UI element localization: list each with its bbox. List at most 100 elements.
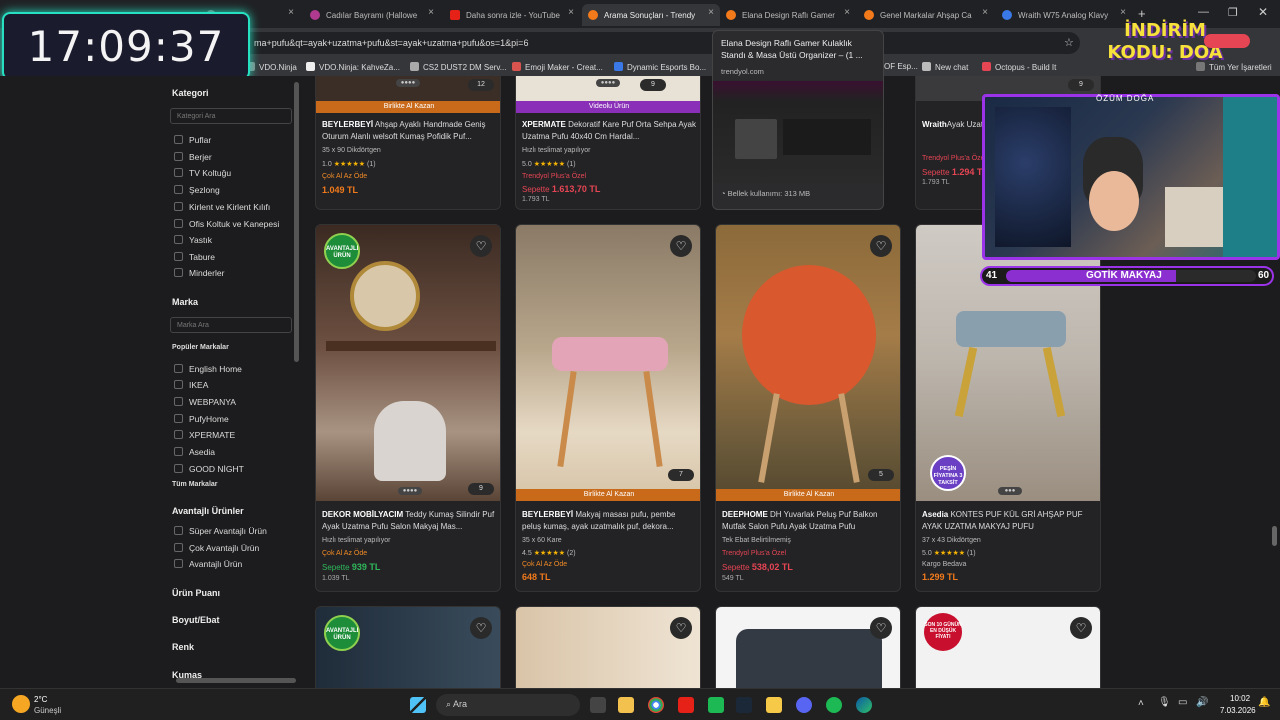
heart-icon[interactable]: ♡ — [670, 617, 692, 639]
sidebar-hscrollbar[interactable] — [176, 678, 296, 683]
heart-icon[interactable]: ♡ — [1070, 617, 1092, 639]
page-scrollbar[interactable] — [1272, 526, 1277, 546]
product-card[interactable]: SON 10 GÜNÜN EN DÜŞÜK FİYATI ♡ — [915, 606, 1101, 688]
chevron-up-icon[interactable]: ˄ — [1138, 698, 1144, 709]
heart-icon[interactable]: ♡ — [870, 617, 892, 639]
profile-chip[interactable] — [1204, 34, 1250, 48]
category-search-input[interactable]: Kategori Ara — [170, 108, 292, 124]
checkbox[interactable] — [174, 380, 183, 389]
file-explorer-icon[interactable] — [618, 697, 634, 713]
bookmark-item[interactable]: CS2 DUST2 DM Serv... — [410, 62, 506, 72]
close-icon[interactable]: × — [428, 7, 434, 18]
category-item[interactable]: Kirlent ve Kirlent Kılıfı — [174, 202, 270, 212]
category-item[interactable]: Puflar — [174, 135, 211, 145]
brand-item[interactable]: English Home — [174, 364, 242, 374]
bookmark-item[interactable]: VDO.Ninja: KahveZa... — [306, 62, 400, 72]
product-card[interactable]: ♡ — [715, 606, 901, 688]
new-tab-icon[interactable]: + — [1138, 6, 1146, 21]
checkbox[interactable] — [174, 543, 183, 552]
steam-icon[interactable] — [736, 697, 752, 713]
tab-5[interactable]: Elana Design Raflı Gamer × — [720, 4, 856, 26]
checkbox[interactable] — [174, 526, 183, 535]
sidebar-scrollbar[interactable] — [294, 82, 299, 362]
checkbox[interactable] — [174, 364, 183, 373]
bookmark-item[interactable]: Dynamic Esports Bo... — [614, 62, 706, 72]
color-heading[interactable]: Renk — [172, 642, 194, 652]
restore-icon[interactable]: ❐ — [1228, 6, 1238, 19]
checkbox[interactable] — [174, 219, 183, 228]
brand-item[interactable]: GOOD NİGHT — [174, 464, 244, 474]
product-title[interactable]: DEEPHOME DH Yuvarlak Peluş Puf Balkon Mu… — [722, 509, 896, 533]
checkbox[interactable] — [174, 414, 183, 423]
product-title[interactable]: Asedia KONTES PUF KÜL GRİ AHŞAP PUF AYAK… — [922, 509, 1096, 533]
checkbox[interactable] — [174, 397, 183, 406]
size-heading[interactable]: Boyut/Ebat — [172, 615, 220, 625]
bookmark-item[interactable]: VDO.Ninja — [246, 62, 297, 72]
product-image[interactable] — [716, 225, 900, 501]
microphone-icon[interactable]: 🎙 — [1158, 697, 1171, 708]
minimize-icon[interactable]: — — [1198, 6, 1209, 18]
advantage-item[interactable]: Avantajlı Ürün — [174, 559, 242, 569]
weather-desc[interactable]: Güneşli — [34, 706, 61, 715]
taskbar-search[interactable]: ⌕ Ara — [436, 694, 580, 716]
category-item[interactable]: TV Koltuğu — [174, 168, 231, 178]
product-title[interactable]: DEKOR MOBİLYACIM Teddy Kumaş Silindir Pu… — [322, 509, 496, 533]
checkbox[interactable] — [174, 252, 183, 261]
product-card[interactable]: AVANTAJLI ÜRÜN ♡ — [315, 606, 501, 688]
heart-icon[interactable]: ♡ — [870, 235, 892, 257]
volume-icon[interactable]: 🔊 — [1196, 697, 1208, 708]
product-card[interactable]: AVANTAJLI ÜRÜN ♡ ●●●● 9 DEKOR MOBİLYACIM… — [315, 224, 501, 592]
product-title[interactable]: BEYLERBEYİ Ahşap Ayaklı Handmade Geniş O… — [322, 119, 496, 143]
product-card[interactable]: ♡ 5 Birlikte Al Kazan DEEPHOME DH Yuvarl… — [715, 224, 901, 592]
weather-icon[interactable] — [12, 695, 30, 713]
close-icon[interactable]: × — [982, 7, 988, 18]
weather-temp[interactable]: 2°C — [34, 695, 47, 704]
checkbox[interactable] — [174, 135, 183, 144]
checkbox[interactable] — [174, 464, 183, 473]
product-card[interactable]: ●●●● 9 Videolu Ürün XPERMATE Dekoratif K… — [515, 76, 701, 210]
brand-item[interactable]: XPERMATE — [174, 430, 235, 440]
brand-search-input[interactable]: Marka Ara — [170, 317, 292, 333]
clock-time[interactable]: 10:02 — [1230, 694, 1250, 703]
checkbox[interactable] — [174, 185, 183, 194]
category-item[interactable]: Minderler — [174, 268, 224, 278]
edge-icon[interactable] — [856, 697, 872, 713]
category-item[interactable]: Tabure — [174, 252, 215, 262]
checkbox[interactable] — [174, 235, 183, 244]
close-icon[interactable]: × — [568, 7, 574, 18]
checkbox[interactable] — [174, 152, 183, 161]
tab-6[interactable]: Genel Markalar Ahşap Ca × — [858, 4, 994, 26]
product-card[interactable]: ♡ 7 Birlikte Al Kazan BEYLERBEYİ Makyaj … — [515, 224, 701, 592]
brand-item[interactable]: PufyHome — [174, 414, 229, 424]
youtube-icon[interactable] — [678, 697, 694, 713]
close-icon[interactable]: × — [844, 7, 850, 18]
product-card[interactable]: ●●●● 12 Birlikte Al Kazan BEYLERBEYİ Ahş… — [315, 76, 501, 210]
star-icon[interactable]: ☆ — [1064, 36, 1074, 49]
brand-item[interactable]: Asedia — [174, 447, 215, 457]
windows-start-icon[interactable] — [410, 697, 426, 713]
tab-4-active[interactable]: Arama Sonuçları - Trendy × — [582, 4, 720, 26]
task-view-icon[interactable] — [590, 697, 606, 713]
close-window-icon[interactable]: ✕ — [1258, 5, 1268, 19]
category-item[interactable]: Ofis Koltuk ve Kanepesi — [174, 219, 279, 229]
tab-3[interactable]: Daha sonra izle - YouTube × — [444, 4, 580, 26]
close-icon[interactable]: × — [1120, 7, 1126, 18]
address-bar[interactable]: ma+pufu&qt=ayak+uzatma+pufu&st=ayak+uzat… — [240, 32, 1080, 54]
heart-icon[interactable]: ♡ — [470, 235, 492, 257]
product-title[interactable]: BEYLERBEYİ Makyaj masası pufu, pembe pel… — [522, 509, 696, 533]
tab-2[interactable]: Cadılar Bayramı (Hallowe × — [304, 4, 440, 26]
heart-icon[interactable]: ♡ — [470, 617, 492, 639]
advantage-item[interactable]: Süper Avantajlı Ürün — [174, 526, 267, 536]
product-title[interactable]: XPERMATE Dekoratif Kare Puf Orta Sehpa A… — [522, 119, 696, 143]
checkbox[interactable] — [174, 447, 183, 456]
bookmark-item[interactable]: New chat — [922, 62, 968, 72]
discord-icon[interactable] — [796, 697, 812, 713]
checkbox[interactable] — [174, 268, 183, 277]
bookmark-item[interactable]: Emoji Maker - Creat... — [512, 62, 603, 72]
product-image[interactable] — [516, 225, 700, 501]
network-icon[interactable]: ▭ — [1178, 697, 1187, 708]
all-brands-link[interactable]: Tüm Markalar — [172, 481, 218, 488]
checkbox[interactable] — [174, 202, 183, 211]
category-item[interactable]: Şezlong — [174, 185, 220, 195]
brand-item[interactable]: IKEA — [174, 380, 208, 390]
